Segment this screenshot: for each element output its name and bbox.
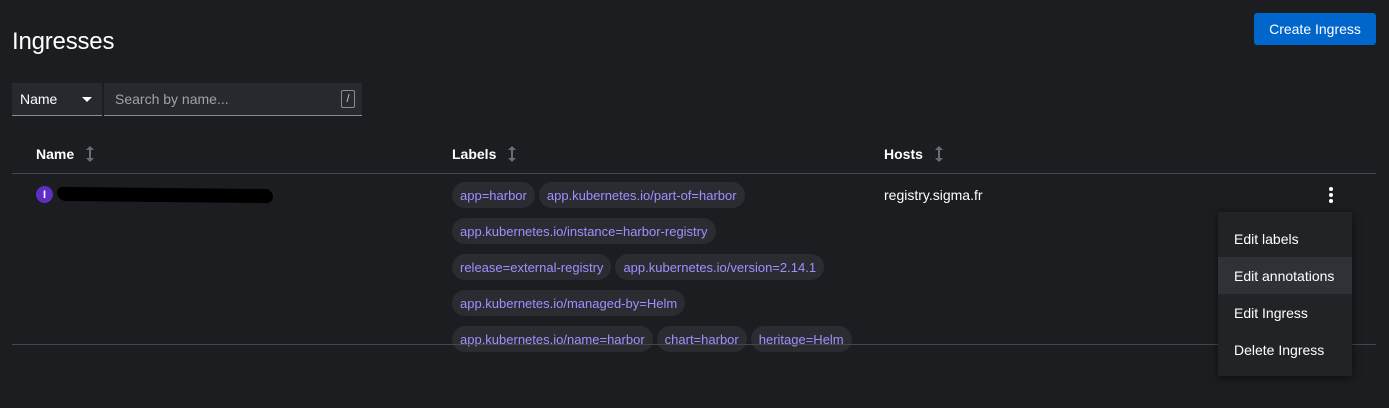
menu-item-edit-ingress[interactable]: Edit Ingress	[1218, 294, 1352, 331]
table-row-divider	[12, 344, 1376, 345]
table-header-divider	[12, 173, 1376, 174]
column-header-name[interactable]: Name	[36, 146, 95, 162]
menu-item-edit-labels[interactable]: Edit labels	[1218, 220, 1352, 257]
label-chip[interactable]: app.kubernetes.io/name=harbor	[452, 326, 653, 352]
sort-icon[interactable]	[86, 146, 95, 162]
row-actions-menu: Edit labels Edit annotations Edit Ingres…	[1218, 212, 1352, 376]
label-chip[interactable]: app.kubernetes.io/part-of=harbor	[538, 182, 745, 208]
host-cell: registry.sigma.fr	[884, 187, 983, 203]
ingress-name-cell[interactable]: I	[36, 186, 274, 203]
label-chip[interactable]: release=external-registry	[452, 254, 612, 280]
label-chip[interactable]: app.kubernetes.io/managed-by=Helm	[452, 290, 686, 316]
menu-item-edit-annotations[interactable]: Edit annotations	[1218, 257, 1352, 294]
caret-down-icon	[82, 96, 92, 102]
label-chip[interactable]: heritage=Helm	[750, 326, 852, 352]
column-header-labels[interactable]: Labels	[452, 146, 517, 162]
search-input[interactable]	[113, 90, 341, 108]
label-chip[interactable]: app=harbor	[452, 182, 535, 208]
label-chip[interactable]: app.kubernetes.io/version=2.14.1	[615, 254, 825, 280]
create-ingress-button[interactable]: Create Ingress	[1254, 13, 1376, 45]
search-field: /	[104, 83, 362, 116]
sort-icon[interactable]	[508, 146, 517, 162]
filter-type-dropdown[interactable]: Name	[12, 83, 102, 116]
filter-toolbar: Name /	[12, 83, 362, 116]
labels-cell: app=harbor app.kubernetes.io/part-of=har…	[452, 182, 872, 352]
label-chip[interactable]: chart=harbor	[656, 326, 747, 352]
redacted-name	[56, 186, 274, 203]
column-header-hosts[interactable]: Hosts	[884, 146, 943, 162]
kebab-menu-icon[interactable]	[1322, 186, 1340, 204]
page-title: Ingresses	[12, 28, 115, 56]
menu-item-delete-ingress[interactable]: Delete Ingress	[1218, 331, 1352, 368]
resource-type-badge: I	[36, 186, 53, 203]
label-chip[interactable]: app.kubernetes.io/instance=harbor-regist…	[452, 218, 716, 244]
sort-icon[interactable]	[934, 146, 943, 162]
filter-type-label: Name	[20, 91, 58, 107]
keyboard-shortcut-hint: /	[341, 90, 355, 108]
